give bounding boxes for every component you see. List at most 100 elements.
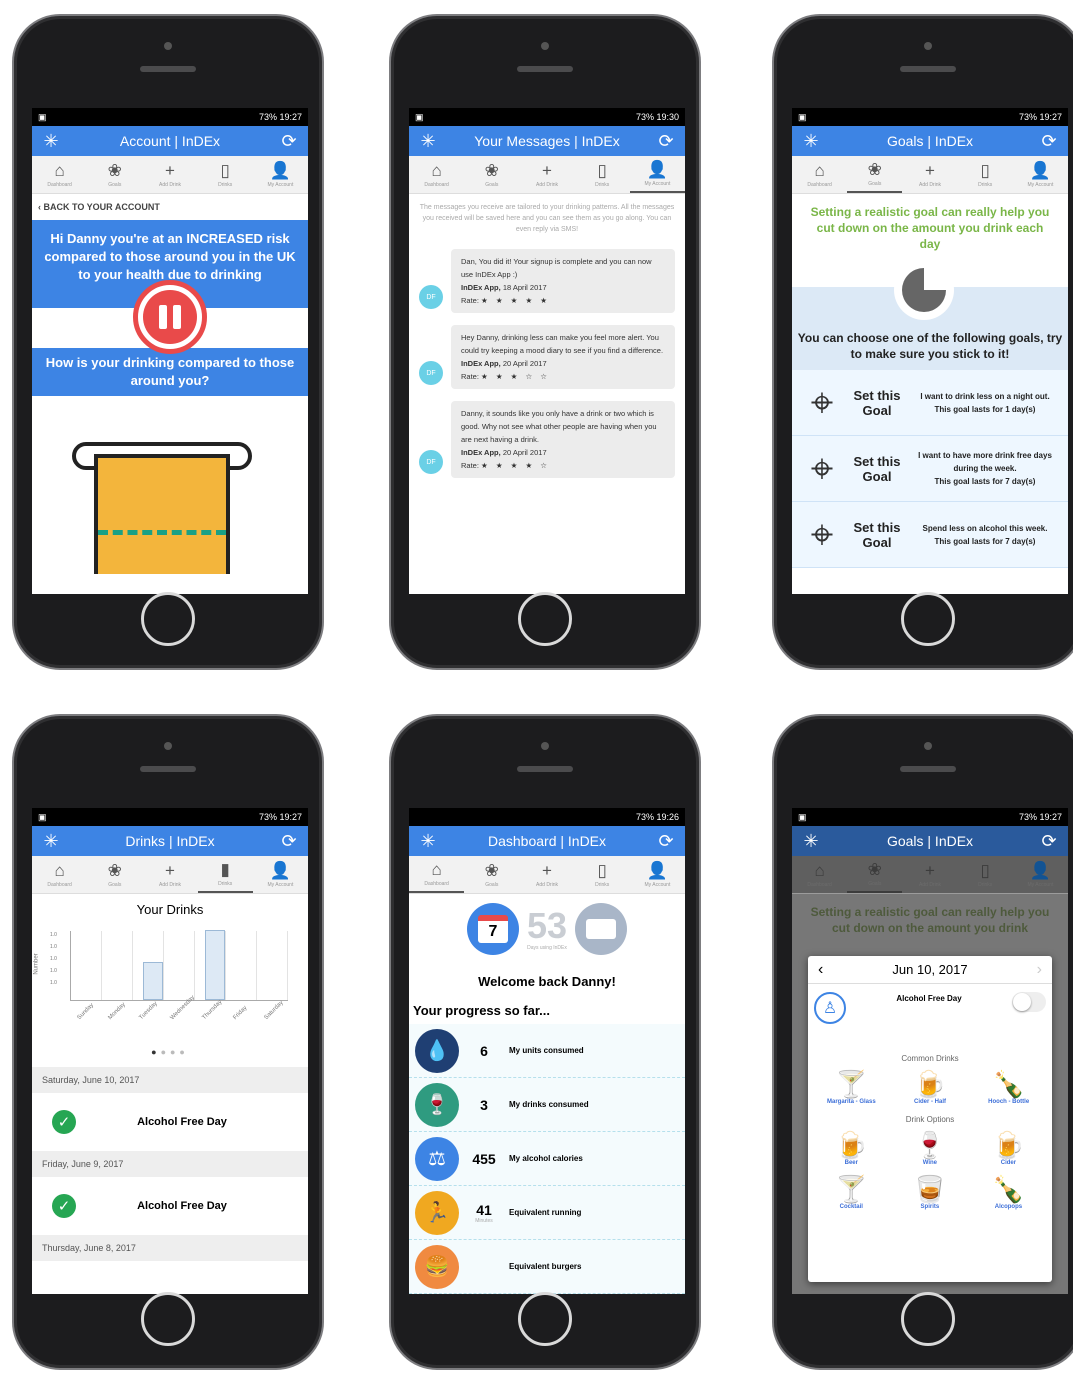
goals-icon: ❀ — [867, 159, 882, 179]
progress-row[interactable]: 🍷 3 My drinks consumed — [409, 1078, 685, 1132]
tab-add-drink[interactable]: + Add Drink — [519, 856, 574, 893]
drink-entry[interactable]: ✓ Alcohol Free Day — [32, 1093, 308, 1151]
progress-label: My units consumed — [509, 1046, 584, 1055]
tab-dashboard[interactable]: ⌂ Dashboard — [792, 856, 847, 893]
tab-my-account[interactable]: 👤 My Account — [630, 856, 685, 893]
back-link[interactable]: ‹ BACK TO YOUR ACCOUNT — [32, 194, 308, 220]
tab-goals[interactable]: ❀ Goals — [87, 856, 142, 893]
refresh-icon[interactable]: ⟳ — [278, 131, 300, 152]
common-drink[interactable]: 🍺 Cider - Half — [891, 1069, 970, 1105]
tab-goals[interactable]: ❀ Goals — [464, 856, 519, 893]
tab-goals[interactable]: ❀ Goals — [847, 156, 903, 193]
tab-my-account[interactable]: 👤 My Account — [629, 156, 685, 193]
home-button[interactable] — [901, 1292, 955, 1346]
tab-add-drink[interactable]: + Add Drink — [142, 856, 197, 893]
refresh-icon[interactable]: ⟳ — [1038, 131, 1060, 152]
screen-goals-dialog: ▣ 73% 19:27 ✳ Goals | InDEx ⟳ ⌂ Dashboard ❀ G… — [792, 808, 1068, 1294]
tab-dashboard[interactable]: ⌂ Dashboard — [792, 156, 847, 193]
tab-label: My Account — [1027, 181, 1054, 188]
set-goal-button[interactable]: Set this Goal — [846, 388, 908, 418]
beer-icon: 🍺 — [835, 1130, 868, 1160]
tab-bar: ⌂ Dashboard ❀ Goals + Add Drink ▯ Drinks 👤 My… — [792, 156, 1068, 194]
alcohol-free-toggle[interactable] — [1012, 992, 1046, 1012]
tab-label: Add Drink — [159, 181, 181, 188]
tab-goals[interactable]: ❀ Goals — [87, 156, 142, 193]
drink-option[interactable]: 🍾 Alcopops — [969, 1170, 1048, 1214]
goal-option[interactable]: ⌖ Set this Goal Spend less on alcohol th… — [792, 502, 1068, 568]
progress-row[interactable]: 🏃 41 Minutes Equivalent running — [409, 1186, 685, 1240]
progress-row[interactable]: 🍔 Equivalent burgers — [409, 1240, 685, 1294]
app-logo-icon[interactable]: ✳ — [800, 831, 822, 852]
tab-add-drink[interactable]: + Add Drink — [519, 156, 574, 193]
star-rating[interactable]: ★ ★ ★ ☆ ☆ — [481, 372, 550, 381]
refresh-icon[interactable]: ⟳ — [655, 131, 677, 152]
scale-icon: ⚖ — [415, 1136, 459, 1181]
tab-drinks[interactable]: ▮ Drinks — [197, 856, 253, 893]
goal-duration: This goal lasts for 7 day(s) — [934, 477, 1036, 486]
progress-row[interactable]: 💧 6 My units consumed — [409, 1024, 685, 1078]
progress-label-wrap: My alcohol calories — [509, 1154, 679, 1163]
tab-add-drink[interactable]: + Add Drink — [902, 856, 957, 893]
tab-drinks[interactable]: ▯ Drinks — [575, 856, 630, 893]
tab-add-drink[interactable]: + Add Drink — [902, 156, 957, 193]
goal-option[interactable]: ⌖ Set this Goal I want to drink less on … — [792, 370, 1068, 436]
tab-my-account[interactable]: 👤 My Account — [253, 856, 308, 893]
common-drink[interactable]: 🍸 Margarita - Glass — [812, 1069, 891, 1105]
notification-icon: ▣ — [798, 111, 807, 122]
drink-option[interactable]: 🍸 Cocktail — [812, 1170, 891, 1214]
tab-drinks[interactable]: ▯ Drinks — [198, 156, 253, 193]
tab-my-account[interactable]: 👤 My Account — [1013, 156, 1068, 193]
pager-dots[interactable]: ●●●● — [32, 1041, 308, 1067]
tab-my-account[interactable]: 👤 My Account — [1013, 856, 1068, 893]
drink-option[interactable]: 🥃 Spirits — [891, 1170, 970, 1214]
refresh-icon[interactable]: ⟳ — [1038, 831, 1060, 852]
screen-messages: ▣ 73% 19:30 ✳ Your Messages | InDEx ⟳ ⌂ Dash… — [409, 108, 685, 594]
drink-entry[interactable]: ✓ Alcohol Free Day — [32, 1177, 308, 1235]
calendar-icon[interactable]: 7 — [466, 903, 519, 955]
common-drink[interactable]: 🍾 Hooch - Bottle — [969, 1069, 1048, 1105]
phone-goals: ▣ 73% 19:27 ✳ Goals | InDEx ⟳ ⌂ Dashboard ❀ G… — [772, 14, 1073, 670]
message-text: Hey Danny, drinking less can make you fe… — [461, 333, 664, 355]
tab-label: Dashboard — [807, 881, 832, 888]
message-icon[interactable] — [575, 903, 628, 955]
set-goal-button[interactable]: Set this Goal — [846, 520, 908, 550]
drink-name: Cocktail — [839, 1204, 863, 1210]
star-rating[interactable]: ★ ★ ★ ★ ☆ — [481, 461, 550, 470]
home-button[interactable] — [518, 1292, 572, 1346]
tab-dashboard[interactable]: ⌂ Dashboard — [409, 856, 465, 893]
tab-drinks[interactable]: ▯ Drinks — [958, 856, 1013, 893]
drink-option[interactable]: 🍷 Wine — [891, 1126, 970, 1170]
back-label: BACK TO YOUR ACCOUNT — [43, 202, 160, 212]
home-button[interactable] — [901, 592, 955, 646]
message-text: Dan, You did it! Your signup is complete… — [461, 257, 652, 279]
chevron-right-icon[interactable]: › — [1037, 961, 1042, 979]
tab-dashboard[interactable]: ⌂ Dashboard — [409, 156, 464, 193]
set-goal-button[interactable]: Set this Goal — [846, 454, 908, 484]
cider-icon: 🍺 — [992, 1130, 1025, 1160]
tab-dashboard[interactable]: ⌂ Dashboard — [32, 856, 87, 893]
home-button[interactable] — [141, 1292, 195, 1346]
app-logo-icon[interactable]: ✳ — [40, 831, 62, 852]
battery-level: 73% — [1018, 112, 1037, 122]
star-rating[interactable]: ★ ★ ★ ★ ★ — [481, 296, 550, 305]
tab-drinks[interactable]: ▯ Drinks — [575, 156, 630, 193]
home-button[interactable] — [141, 592, 195, 646]
app-logo-icon[interactable]: ✳ — [40, 131, 62, 152]
app-bar: ✳ Account | InDEx ⟳ — [32, 126, 308, 156]
tab-drinks[interactable]: ▯ Drinks — [958, 156, 1013, 193]
refresh-icon[interactable]: ⟳ — [655, 831, 677, 852]
app-logo-icon[interactable]: ✳ — [417, 831, 439, 852]
progress-row[interactable]: ⚖ 455 My alcohol calories — [409, 1132, 685, 1186]
tab-goals[interactable]: ❀ Goals — [847, 856, 903, 893]
app-logo-icon[interactable]: ✳ — [800, 131, 822, 152]
goal-option[interactable]: ⌖ Set this Goal I want to have more drin… — [792, 436, 1068, 502]
tab-goals[interactable]: ❀ Goals — [464, 156, 519, 193]
drink-option[interactable]: 🍺 Cider — [969, 1126, 1048, 1170]
app-logo-icon[interactable]: ✳ — [417, 131, 439, 152]
tab-dashboard[interactable]: ⌂ Dashboard — [32, 156, 87, 193]
home-button[interactable] — [518, 592, 572, 646]
tab-add-drink[interactable]: + Add Drink — [142, 156, 197, 193]
tab-my-account[interactable]: 👤 My Account — [253, 156, 308, 193]
drink-option[interactable]: 🍺 Beer — [812, 1126, 891, 1170]
refresh-icon[interactable]: ⟳ — [278, 831, 300, 852]
